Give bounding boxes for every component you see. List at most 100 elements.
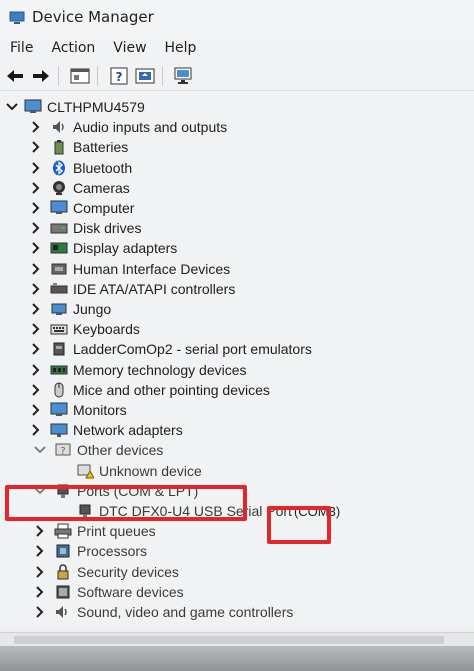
chevron-right-icon[interactable] bbox=[30, 302, 42, 316]
chevron-right-icon[interactable] bbox=[34, 565, 46, 579]
tree-item[interactable]: Batteries bbox=[0, 137, 474, 157]
chevron-right-icon[interactable] bbox=[30, 383, 42, 397]
chevron-right-icon[interactable] bbox=[30, 241, 42, 255]
scrollbar-thumb[interactable] bbox=[14, 636, 444, 644]
forward-arrow-icon[interactable] bbox=[30, 65, 52, 87]
tree-item-label: Unknown device bbox=[99, 462, 202, 479]
chevron-right-icon[interactable] bbox=[30, 140, 42, 154]
toolbar-separator bbox=[97, 66, 98, 86]
tree-item-label: Computer bbox=[73, 200, 135, 216]
horizontal-scrollbar[interactable] bbox=[0, 632, 474, 647]
chevron-right-icon[interactable] bbox=[30, 363, 42, 377]
disk-icon bbox=[50, 220, 68, 236]
tree-item[interactable]: Memory technology devices bbox=[0, 360, 474, 380]
chevron-right-icon[interactable] bbox=[34, 605, 46, 619]
tree-item[interactable]: Security devices bbox=[0, 562, 474, 582]
tree-item[interactable]: Computer bbox=[0, 198, 474, 218]
menu-help[interactable]: Help bbox=[165, 40, 197, 56]
bluetooth-icon bbox=[50, 160, 68, 176]
chevron-right-icon[interactable] bbox=[30, 342, 42, 356]
tree-item[interactable]: IDE ATA/ATAPI controllers bbox=[0, 279, 474, 299]
help-icon[interactable]: ? bbox=[108, 65, 130, 87]
tree-item[interactable]: Monitors bbox=[0, 400, 474, 420]
window-title: Device Manager bbox=[32, 8, 154, 26]
device-manager-window: Device Manager File Action View Help ? C… bbox=[0, 0, 474, 671]
chevron-right-icon[interactable] bbox=[34, 544, 46, 558]
tree-item-label: Network adapters bbox=[73, 422, 183, 439]
tree-root[interactable]: CLTHPMU4579 bbox=[0, 97, 474, 117]
tree-item-label: Other devices bbox=[77, 442, 164, 459]
tree-item-label: IDE ATA/ATAPI controllers bbox=[73, 280, 236, 297]
tree-item[interactable]: Software devices bbox=[0, 582, 474, 602]
chevron-right-icon[interactable] bbox=[30, 161, 42, 175]
tree-item-label: Monitors bbox=[73, 402, 127, 418]
tree-item[interactable]: Keyboards bbox=[0, 319, 474, 339]
speaker-icon bbox=[50, 119, 68, 135]
tree-item-label: Human Interface Devices bbox=[73, 260, 231, 277]
tree-item-label: Disk drives bbox=[73, 220, 142, 237]
back-arrow-icon[interactable] bbox=[4, 65, 26, 87]
menu-file[interactable]: File bbox=[10, 40, 33, 56]
camera-icon bbox=[50, 180, 68, 196]
chevron-right-icon[interactable] bbox=[30, 221, 42, 235]
tree-item[interactable]: Jungo bbox=[0, 299, 474, 319]
update-driver-icon[interactable] bbox=[134, 65, 156, 87]
chevron-right-icon[interactable] bbox=[30, 282, 42, 296]
chevron-right-icon[interactable] bbox=[30, 201, 42, 215]
chevron-right-icon[interactable] bbox=[30, 262, 42, 276]
tree-item-label: Cameras bbox=[73, 179, 130, 196]
tree-item-label: Audio inputs and outputs bbox=[73, 119, 228, 136]
tree-item[interactable]: Human Interface Devices bbox=[0, 259, 474, 279]
chevron-right-icon[interactable] bbox=[30, 423, 42, 437]
ide-controller-icon bbox=[50, 281, 68, 297]
tree-item[interactable]: Audio inputs and outputs bbox=[0, 117, 474, 137]
tree-item[interactable]: Mice and other pointing devices bbox=[0, 380, 474, 400]
hid-icon bbox=[50, 261, 68, 277]
toolbar: ? bbox=[0, 62, 474, 91]
unknown-device-icon: ? bbox=[54, 442, 72, 458]
tree-item[interactable]: LadderComOp2 - serial port emulators bbox=[0, 339, 474, 359]
menu-view[interactable]: View bbox=[113, 40, 146, 56]
tree-item-label: Software devices bbox=[77, 583, 184, 600]
tree-item[interactable]: Sound, video and game controllers bbox=[0, 602, 474, 622]
chevron-down-icon[interactable] bbox=[6, 100, 18, 114]
tree-item[interactable]: Print queues bbox=[0, 521, 474, 541]
chevron-right-icon[interactable] bbox=[30, 322, 42, 336]
sound-icon bbox=[54, 604, 72, 620]
tree-root-label: CLTHPMU4579 bbox=[47, 99, 145, 115]
highlight-box-com3 bbox=[267, 506, 331, 544]
network-icon bbox=[50, 422, 68, 438]
chevron-right-icon[interactable] bbox=[34, 524, 46, 538]
tree-item[interactable]: Display adapters bbox=[0, 238, 474, 258]
tree-item-label: Keyboards bbox=[73, 321, 140, 338]
chevron-right-icon[interactable] bbox=[30, 120, 42, 134]
warning-device-icon bbox=[76, 463, 94, 479]
tree-item[interactable]: Unknown device bbox=[0, 461, 474, 481]
svg-text:?: ? bbox=[60, 446, 65, 457]
chevron-right-icon[interactable] bbox=[30, 181, 42, 195]
toolbar-separator bbox=[162, 66, 163, 86]
mouse-icon bbox=[50, 382, 68, 398]
chevron-right-icon[interactable] bbox=[34, 585, 46, 599]
tree-item-label: Security devices bbox=[77, 563, 179, 580]
monitor-icon bbox=[50, 402, 68, 418]
tree-item[interactable]: ? Other devices bbox=[0, 440, 474, 460]
tree-item[interactable]: Processors bbox=[0, 541, 474, 561]
tree-item[interactable]: Cameras bbox=[0, 178, 474, 198]
tree-item[interactable]: Network adapters bbox=[0, 420, 474, 440]
serial-port-icon bbox=[50, 341, 68, 357]
tree-item-label: Processors bbox=[77, 543, 148, 560]
tree-item[interactable]: Disk drives bbox=[0, 218, 474, 238]
display-adapter-icon bbox=[50, 240, 68, 256]
processor-icon bbox=[54, 543, 72, 559]
menu-action[interactable]: Action bbox=[51, 40, 95, 56]
scan-monitor-icon[interactable] bbox=[173, 65, 195, 87]
chevron-down-icon[interactable] bbox=[34, 443, 46, 457]
tree-item[interactable]: Bluetooth bbox=[0, 158, 474, 178]
highlight-box-ports bbox=[5, 485, 247, 521]
computer-icon bbox=[50, 200, 68, 216]
properties-icon[interactable] bbox=[69, 65, 91, 87]
memory-icon bbox=[50, 362, 68, 378]
svg-text:?: ? bbox=[116, 70, 123, 84]
chevron-right-icon[interactable] bbox=[30, 403, 42, 417]
